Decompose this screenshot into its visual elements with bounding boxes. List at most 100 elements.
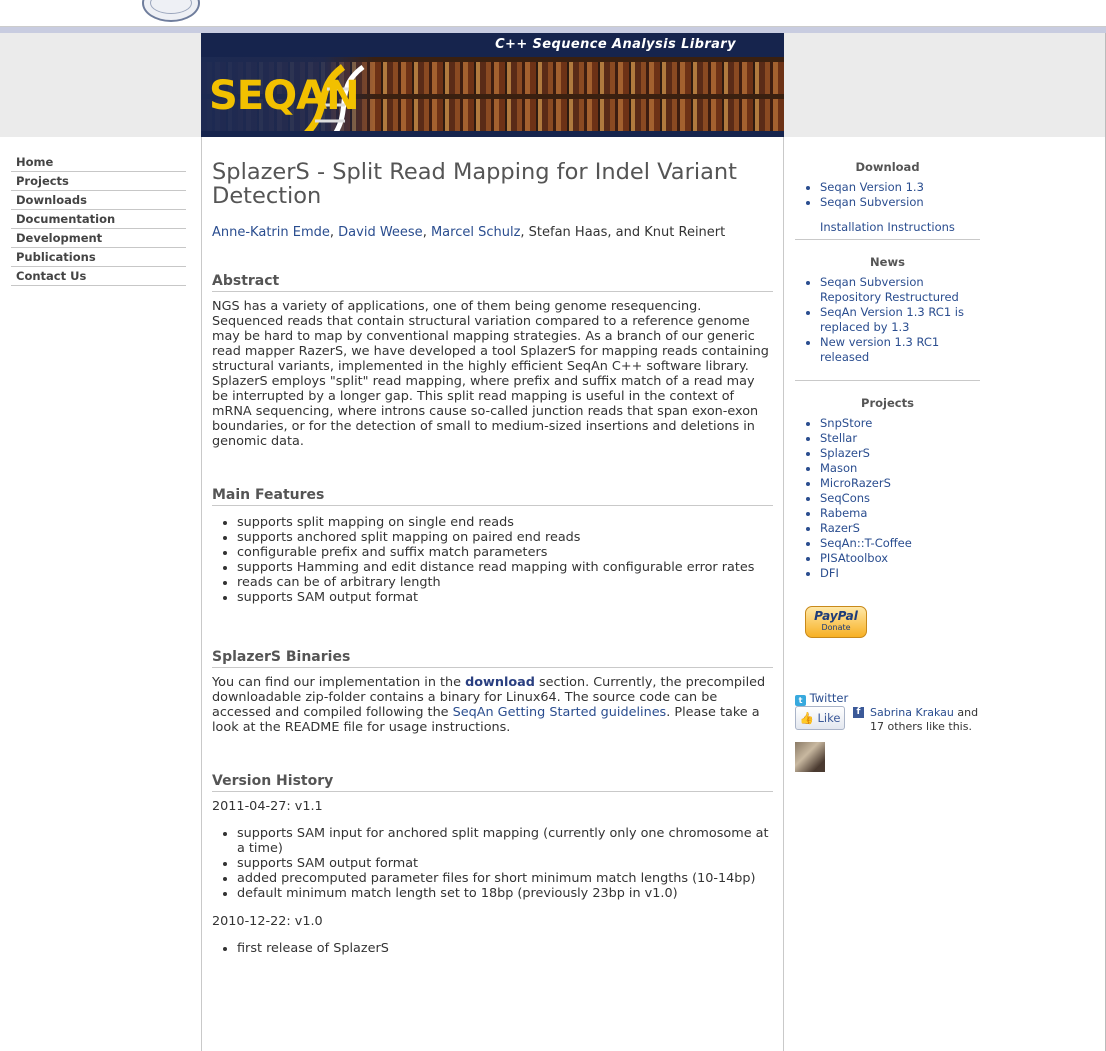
nav-contact-us[interactable]: Contact Us [11,267,186,286]
list-item: PISAtoolbox [820,551,980,566]
banner-bottom-bar [201,131,784,137]
thumbs-up-icon: 👍 [799,711,814,725]
paypal-label: PayPal [814,609,858,623]
projects-box-title: Projects [861,396,914,410]
list-item: New version 1.3 RC1 released [820,335,980,365]
top-strip [0,0,1106,27]
download-link[interactable]: Seqan Subversion [820,195,924,209]
list-item: supports SAM output format [237,856,773,871]
project-link[interactable]: Mason [820,461,857,475]
site-banner: C++ Sequence Analysis Library SEQAN [201,33,784,137]
author-names-unlinked: Stefan Haas, and Knut Reinert [528,225,726,240]
university-seal-icon [142,0,200,22]
authors: Anne-Katrin Emde, David Weese, Marcel Sc… [212,225,773,240]
author-link[interactable]: Anne-Katrin Emde [212,225,330,240]
list-item: RazerS [820,521,980,536]
list-item: first release of SplazerS [237,941,773,956]
download-link[interactable]: download [465,675,535,690]
fb-friend-link[interactable]: Sabrina Krakau [870,706,954,719]
twitter-link[interactable]: t Twitter [795,691,848,706]
main-content: SplazerS - Split Read Mapping for Indel … [212,160,773,956]
nav-publications[interactable]: Publications [11,248,186,267]
installation-instructions-link[interactable]: Installation Instructions [820,220,955,234]
tagline: C++ Sequence Analysis Library [495,37,736,52]
project-link[interactable]: PISAtoolbox [820,551,888,565]
nav-downloads[interactable]: Downloads [11,191,186,210]
list-item: reads can be of arbitrary length [237,575,773,590]
version-label: 2011-04-27: v1.1 [212,799,323,814]
download-list: Seqan Version 1.3 Seqan Subversion [795,180,980,210]
paypal-donate-button[interactable]: PayPal Donate [805,606,867,638]
author-link[interactable]: Marcel Schulz [431,225,520,240]
project-link[interactable]: RazerS [820,521,860,535]
project-link[interactable]: SeqAn::T-Coffee [820,536,912,550]
sidebar-divider [795,239,980,240]
nav-home[interactable]: Home [11,153,186,172]
news-link[interactable]: SeqAn Version 1.3 RC1 is replaced by 1.3 [820,305,964,334]
features-list: supports split mapping on single end rea… [212,515,773,605]
right-column-divider [783,137,784,1051]
list-item: supports Hamming and edit distance read … [237,560,773,575]
project-link[interactable]: SplazerS [820,446,870,460]
left-navigation: Home Projects Downloads Documentation De… [11,153,186,286]
features-heading: Main Features [212,487,773,506]
list-item: SplazerS [820,446,980,461]
download-box-title: Download [855,160,920,174]
list-item: default minimum match length set to 18bp… [237,886,773,901]
list-item: supports anchored split mapping on paire… [237,530,773,545]
list-item: Seqan Version 1.3 [820,180,980,195]
list-item: added precomputed parameter files for sh… [237,871,773,886]
author-separator: , [329,225,339,240]
author-link[interactable]: David Weese [338,225,423,240]
list-item: Mason [820,461,980,476]
list-item: MicroRazerS [820,476,980,491]
left-column-divider [201,137,202,1051]
list-item: SeqAn::T-Coffee [820,536,980,551]
project-link[interactable]: SeqCons [820,491,870,505]
projects-list: SnpStore Stellar SplazerS Mason MicroRaz… [795,416,980,581]
list-item: DFI [820,566,980,581]
twitter-label: Twitter [809,691,849,705]
list-item: supports SAM output format [237,590,773,605]
project-link[interactable]: DFI [820,566,839,580]
project-link[interactable]: SnpStore [820,416,872,430]
project-link[interactable]: MicroRazerS [820,476,891,490]
news-link[interactable]: New version 1.3 RC1 released [820,335,939,364]
abstract-heading: Abstract [212,273,773,292]
list-item: supports split mapping on single end rea… [237,515,773,530]
list-item: Stellar [820,431,980,446]
list-item: Seqan Subversion [820,195,980,210]
version-history-heading: Version History [212,773,773,792]
avatar[interactable] [795,742,825,772]
abstract-text: NGS has a variety of applications, one o… [212,299,769,449]
version-1-1-list: supports SAM input for anchored split ma… [212,826,773,901]
binaries-text: You can find our implementation in the d… [212,675,773,735]
binaries-text-part: You can find our implementation in the [212,675,466,690]
news-list: Seqan Subversion Repository Restructured… [795,275,980,365]
news-link[interactable]: Seqan Subversion Repository Restructured [820,275,959,304]
facebook-icon: f [853,707,864,718]
seqan-logo[interactable]: SEQAN [209,73,360,119]
version-label: 2010-12-22: v1.0 [212,914,323,929]
list-item: configurable prefix and suffix match par… [237,545,773,560]
banner-bar: C++ Sequence Analysis Library [201,33,784,57]
project-link[interactable]: Stellar [820,431,857,445]
nav-development[interactable]: Development [11,229,186,248]
download-link[interactable]: Seqan Version 1.3 [820,180,924,194]
donate-label: Donate [821,623,851,632]
list-item: SeqCons [820,491,980,506]
like-label: Like [817,711,841,725]
project-link[interactable]: Rabema [820,506,867,520]
nav-projects[interactable]: Projects [11,172,186,191]
news-box-title: News [870,255,905,269]
page-title: SplazerS - Split Read Mapping for Indel … [212,159,737,209]
version-1-0-list: first release of SplazerS [212,941,773,956]
list-item: SeqAn Version 1.3 RC1 is replaced by 1.3 [820,305,980,335]
binaries-heading: SplazerS Binaries [212,649,773,668]
getting-started-link[interactable]: SeqAn Getting Started guidelines [453,705,667,720]
facebook-like-button[interactable]: 👍 Like [795,706,845,730]
right-sidebar: Download Seqan Version 1.3 Seqan Subvers… [795,160,980,772]
author-separator: , [422,225,431,240]
nav-documentation[interactable]: Documentation [11,210,186,229]
list-item: supports SAM input for anchored split ma… [237,826,773,856]
